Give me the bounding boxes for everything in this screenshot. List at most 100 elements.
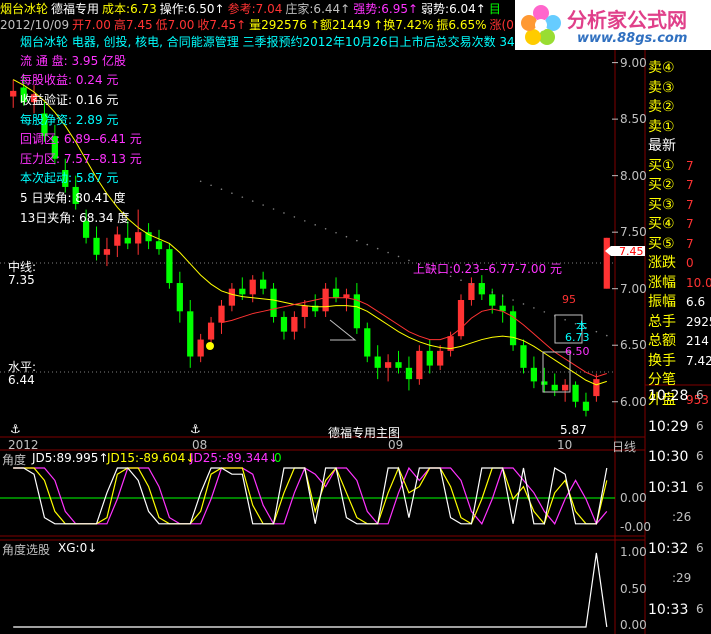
logo-url: www.88gs.com	[577, 31, 688, 46]
fin-info-line: 13日夹角: 68.34 度	[20, 211, 130, 225]
y-axis-label: 8.00	[620, 168, 647, 183]
candle-body	[291, 316, 298, 332]
pressure-dot	[543, 311, 546, 313]
zhongxian-value: 7.35	[8, 273, 35, 287]
quote-value: 0	[686, 256, 694, 270]
candle-body	[416, 350, 423, 380]
price-tag: 7.45	[619, 245, 644, 258]
pressure-dot	[199, 180, 202, 183]
candle-body	[10, 90, 17, 97]
tick-time: 10:32	[648, 540, 689, 557]
quote-value: 10.04	[686, 275, 711, 290]
candle-body	[332, 288, 340, 298]
header-row1-item: 庄家:6.44↑	[285, 2, 351, 16]
period-label[interactable]: 日线	[612, 438, 636, 455]
pressure-dot	[470, 283, 473, 285]
candle-body	[426, 350, 433, 366]
header-row2-item: 高7.45	[113, 18, 153, 32]
candle-body	[582, 401, 590, 411]
ind1-jd25: JD25:-89.344↓	[190, 451, 279, 465]
x-axis-year: 2012	[8, 438, 39, 452]
quote-key: 买③	[648, 196, 675, 213]
header-row2-item: 收7.45↑	[197, 18, 247, 32]
pressure-dot	[605, 334, 608, 337]
candle-body	[301, 305, 308, 317]
anchor-icon: ⚓	[10, 422, 21, 436]
quote-value: 7.42	[686, 353, 711, 368]
quote-key: 卖④	[648, 60, 675, 76]
pressure-dot	[231, 192, 233, 194]
candle-body	[93, 237, 100, 255]
pressure-dot	[397, 255, 400, 258]
pressure-dot	[387, 251, 389, 254]
candle-body	[603, 237, 610, 289]
header-row1-item: 操作:6.50↑	[159, 2, 225, 16]
pressure-dot	[303, 220, 306, 222]
header-row1: 烟台冰轮 德福专用 成本:6.73 操作:6.50↑ 参考:7.04 庄家:6.44↑ 强势…	[0, 0, 504, 17]
fin-info-line: 本次起动: 5.87 元	[20, 171, 119, 185]
candle-body	[405, 367, 413, 380]
candle-body	[103, 249, 111, 255]
fin-info-line: 回调区: 6.89--6.41 元	[20, 132, 142, 146]
candle-body	[541, 381, 548, 385]
pressure-dot	[272, 208, 275, 210]
ind1-y-bot: -0.00	[620, 520, 652, 534]
header-row2-item: 量292576	[249, 18, 307, 32]
candle-body	[135, 232, 142, 244]
candle-body	[197, 339, 204, 357]
tick-time: 10:28	[648, 388, 689, 404]
gap-label: 上缺口:0.23--6.77-7.00 元	[413, 262, 563, 276]
pressure-dot	[293, 216, 296, 218]
pressure-dot	[376, 247, 379, 250]
header-row2-item: 低7.00	[155, 18, 195, 32]
pressure-dot	[366, 243, 369, 246]
header-row2-item: 开7.00	[72, 18, 111, 32]
candle-body	[551, 384, 558, 391]
candle-body	[364, 328, 371, 357]
quote-key: 涨幅	[648, 274, 676, 291]
zhongjia-box	[329, 319, 357, 341]
candle-body	[322, 288, 329, 312]
quote-key: 总额	[648, 333, 676, 349]
header-row1-item: 弱势:6.04↑	[421, 2, 486, 16]
candle-body	[155, 241, 163, 250]
tick-time: 10:29	[648, 418, 689, 435]
quote-key: 买④	[648, 216, 675, 232]
candle-body	[457, 300, 465, 337]
flower-logo-icon	[521, 5, 561, 45]
pressure-dot	[533, 307, 535, 309]
quote-key: 卖①	[648, 118, 675, 135]
quote-key: 振幅	[648, 294, 676, 310]
quote-key: 分笔	[648, 372, 676, 388]
tick-value: :26	[672, 510, 692, 524]
header-row2-item: 振6.65%	[436, 18, 487, 32]
candle-body	[384, 362, 392, 368]
quote-key: 换手	[648, 352, 676, 369]
candle-body	[187, 311, 194, 357]
tick-value: 6	[696, 449, 704, 463]
pressure-dot	[314, 224, 317, 226]
pressure-dot	[335, 231, 337, 234]
pressure-dot	[283, 212, 285, 214]
quote-key: 买⑤	[648, 235, 675, 252]
quote-key: 卖③	[648, 79, 675, 96]
tick-value: :29	[672, 571, 692, 585]
shuiping-value: 6.44	[8, 373, 35, 387]
candle-body	[249, 279, 256, 295]
candle-body	[260, 279, 267, 289]
ind1-y-mid: 0.00	[620, 491, 647, 505]
signal-dot	[206, 342, 214, 350]
candle-body	[562, 384, 569, 391]
tick-value: 6	[696, 540, 704, 555]
pressure-dot	[251, 200, 254, 202]
candle-body	[166, 249, 173, 284]
anchor-icon: ⚓	[190, 422, 201, 436]
quote-key: 卖②	[648, 99, 675, 115]
pressure-dot	[481, 287, 483, 289]
y-axis-label: 6.50	[620, 338, 647, 353]
quote-key: 最新	[648, 138, 676, 154]
quote-value: 2925	[686, 314, 711, 329]
y-axis-label: 7.50	[620, 225, 647, 240]
pressure-dot	[262, 204, 264, 206]
candle-body	[239, 288, 246, 295]
